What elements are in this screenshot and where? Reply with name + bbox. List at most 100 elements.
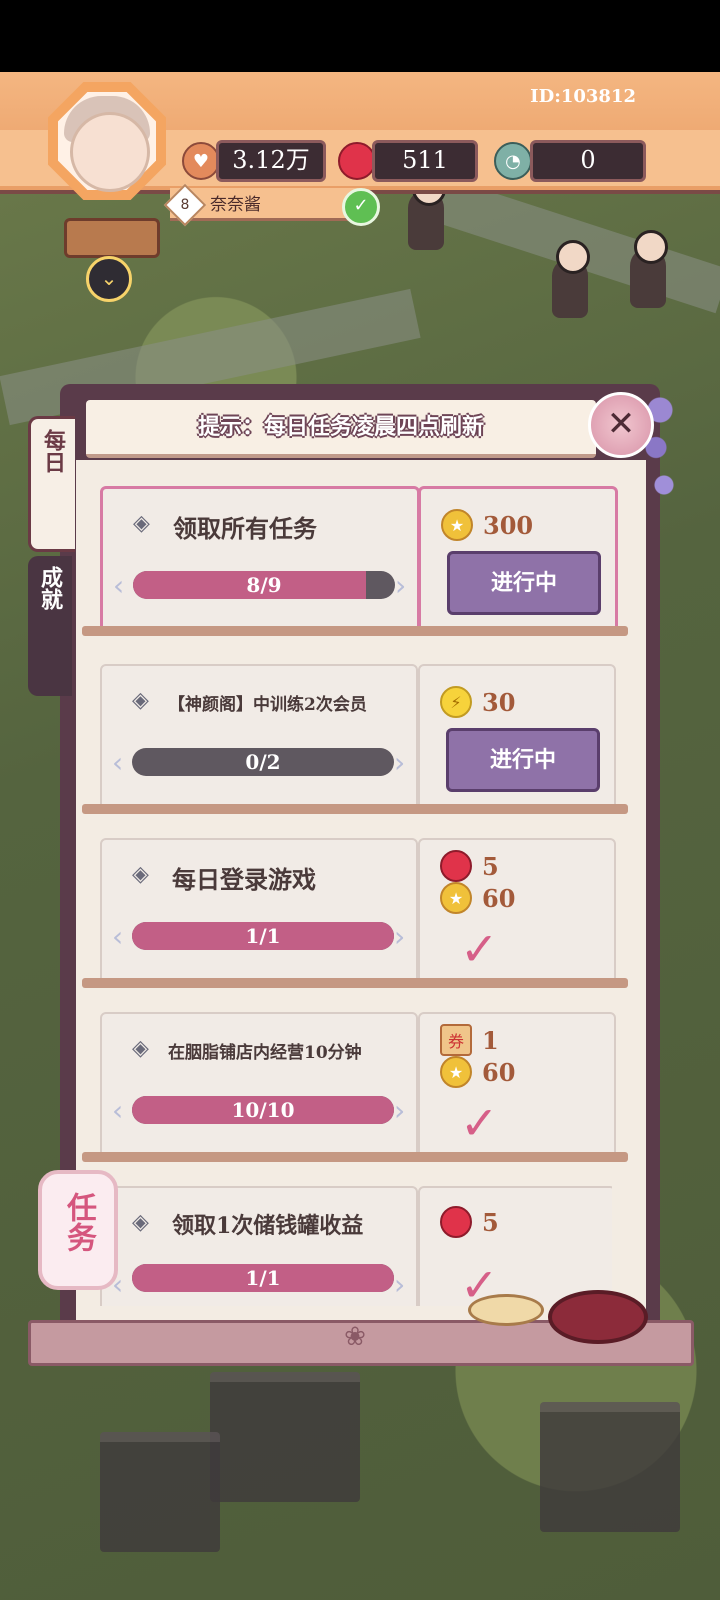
chevron-right-icon: › (394, 746, 406, 779)
shelf-divider (82, 1152, 628, 1162)
shelf-divider (82, 626, 628, 636)
reward-item: ⚡ 30 (440, 686, 515, 718)
chevron-left-icon: ‹ (112, 746, 124, 779)
task-title: 领取所有任务 (173, 514, 317, 543)
clock-token-icon: ◔ (494, 142, 532, 180)
chevron-left-icon: ‹ (113, 569, 125, 602)
task-reward-area: ⚡ 30 进行中 (418, 664, 616, 810)
task-progress-bar: 8/9 (133, 571, 395, 599)
completed-check-icon: ✓ (460, 1096, 499, 1150)
close-icon[interactable]: ✕ (588, 392, 654, 458)
diamond-icon: ◈ (132, 862, 149, 887)
chevron-right-icon: › (394, 920, 406, 953)
reward-amount: 300 (483, 510, 534, 540)
diamond-icon: ◈ (132, 1210, 149, 1235)
reward-item: 5 (440, 1206, 499, 1238)
task-info: ◈ 领取1次储钱罐收益 ‹ 1/1 › (100, 1186, 418, 1306)
completed-check-icon: ✓ (460, 922, 499, 976)
shelf-divider (82, 978, 628, 988)
reward-item: ★ 300 (441, 509, 533, 541)
task-progress-bar: 0/2 (132, 748, 394, 776)
task-card: ◈ 每日登录游戏 ‹ 1/1 › 5 ★ 60 ✓ (82, 838, 628, 988)
player-level: 8 (180, 197, 190, 213)
shelf-divider (82, 804, 628, 814)
npc-character[interactable] (630, 230, 668, 308)
task-reward-area: 5 ★ 60 ✓ (418, 838, 616, 984)
in-progress-button[interactable]: 进行中 (447, 551, 601, 615)
reward-item: ★ 60 (440, 1056, 515, 1088)
chevron-down-icon[interactable]: ⌄ (86, 256, 132, 302)
task-progress-bar: 1/1 (132, 922, 394, 950)
ticket-card-icon: 券 (440, 1024, 472, 1056)
task-card: ◈ 领取所有任务 ‹ 8/9 › ★ 300 进行中 (82, 486, 628, 636)
task-lantern-button[interactable]: 任务 (38, 1170, 118, 1290)
npc-character[interactable] (552, 240, 590, 318)
player-name: 奈奈酱 (210, 195, 261, 215)
chevron-left-icon: ‹ (112, 920, 124, 953)
teacup-decoration (548, 1290, 648, 1344)
progress-text: 1/1 (245, 1266, 281, 1290)
reward-item: 券 1 (440, 1024, 499, 1056)
red-gem-icon (440, 1206, 472, 1238)
task-progress-bar: 10/10 (132, 1096, 394, 1124)
task-reward-area: ★ 300 进行中 (418, 486, 618, 634)
tab-daily[interactable]: 每日 (28, 416, 75, 552)
task-reward-area: 券 1 ★ 60 ✓ (418, 1012, 616, 1158)
reward-item: ★ 60 (440, 882, 515, 914)
chevron-left-icon: ‹ (112, 1094, 124, 1127)
task-progress-bar: 1/1 (132, 1264, 394, 1292)
resource-tokens: 0 (530, 140, 646, 182)
panel-title: 提示：每日任务凌晨四点刷新 (197, 414, 484, 440)
diamond-icon: ◈ (132, 1036, 149, 1061)
scroll-icon[interactable] (64, 218, 160, 258)
task-info: ◈ 【神颜阁】中训练2次会员 ‹ 0/2 › (100, 664, 418, 810)
plate-decoration (468, 1294, 544, 1326)
task-card: ◈ 【神颜阁】中训练2次会员 ‹ 0/2 › ⚡ 30 进行中 (82, 664, 628, 814)
reward-item: 5 (440, 850, 499, 882)
task-title: 【神颜阁】中训练2次会员 (168, 695, 367, 715)
resource-coins: 3.12万 (216, 140, 326, 182)
task-title: 在胭脂铺店内经营10分钟 (168, 1043, 362, 1063)
reward-amount: 1 (482, 1025, 499, 1055)
star-icon: ★ (441, 509, 473, 541)
resource-gems: 511 (372, 140, 478, 182)
chevron-right-icon: › (394, 1268, 406, 1301)
star-icon: ★ (440, 882, 472, 914)
reward-amount: 30 (482, 687, 516, 717)
in-progress-button[interactable]: 进行中 (446, 728, 600, 792)
red-gem-icon (440, 850, 472, 882)
status-bar-area (0, 0, 720, 72)
red-gem-icon (338, 142, 376, 180)
progress-text: 10/10 (231, 1098, 295, 1122)
diamond-icon: ◈ (132, 688, 149, 713)
chevron-right-icon: › (394, 1094, 406, 1127)
lightning-icon: ⚡ (440, 686, 472, 718)
avatar-face (70, 112, 150, 192)
task-title: 领取1次储钱罐收益 (172, 1213, 364, 1239)
star-icon: ★ (440, 1056, 472, 1088)
progress-text: 8/9 (246, 573, 282, 597)
reward-amount: 60 (482, 883, 516, 913)
checkin-icon[interactable]: ✓ (342, 188, 380, 226)
tab-achievements-label: 成就 (37, 566, 63, 610)
progress-text: 1/1 (245, 924, 281, 948)
task-info: ◈ 每日登录游戏 ‹ 1/1 › (100, 838, 418, 984)
task-reward-area: 5 ✓ (418, 1186, 612, 1306)
reward-amount: 5 (482, 1207, 499, 1237)
reward-amount: 5 (482, 851, 499, 881)
heart-coin-icon: ♥ (182, 142, 220, 180)
reward-amount: 60 (482, 1057, 516, 1087)
task-card: ◈ 在胭脂铺店内经营10分钟 ‹ 10/10 › 券 1 ★ 60 ✓ (82, 1012, 628, 1162)
progress-text: 0/2 (245, 750, 281, 774)
task-title: 每日登录游戏 (172, 865, 316, 894)
task-lantern-label: 任务 (61, 1192, 96, 1252)
chevron-right-icon: › (395, 569, 407, 602)
task-info: ◈ 领取所有任务 ‹ 8/9 › (100, 486, 420, 634)
tab-daily-label: 每日 (40, 429, 66, 473)
diamond-icon: ◈ (133, 511, 150, 536)
task-info: ◈ 在胭脂铺店内经营10分钟 ‹ 10/10 › (100, 1012, 418, 1158)
player-id: ID:103812 (530, 86, 636, 107)
tab-achievements[interactable]: 成就 (28, 556, 72, 696)
task-card: ◈ 领取1次储钱罐收益 ‹ 1/1 › 5 ✓ (100, 1186, 612, 1306)
npc-character[interactable] (408, 172, 446, 250)
